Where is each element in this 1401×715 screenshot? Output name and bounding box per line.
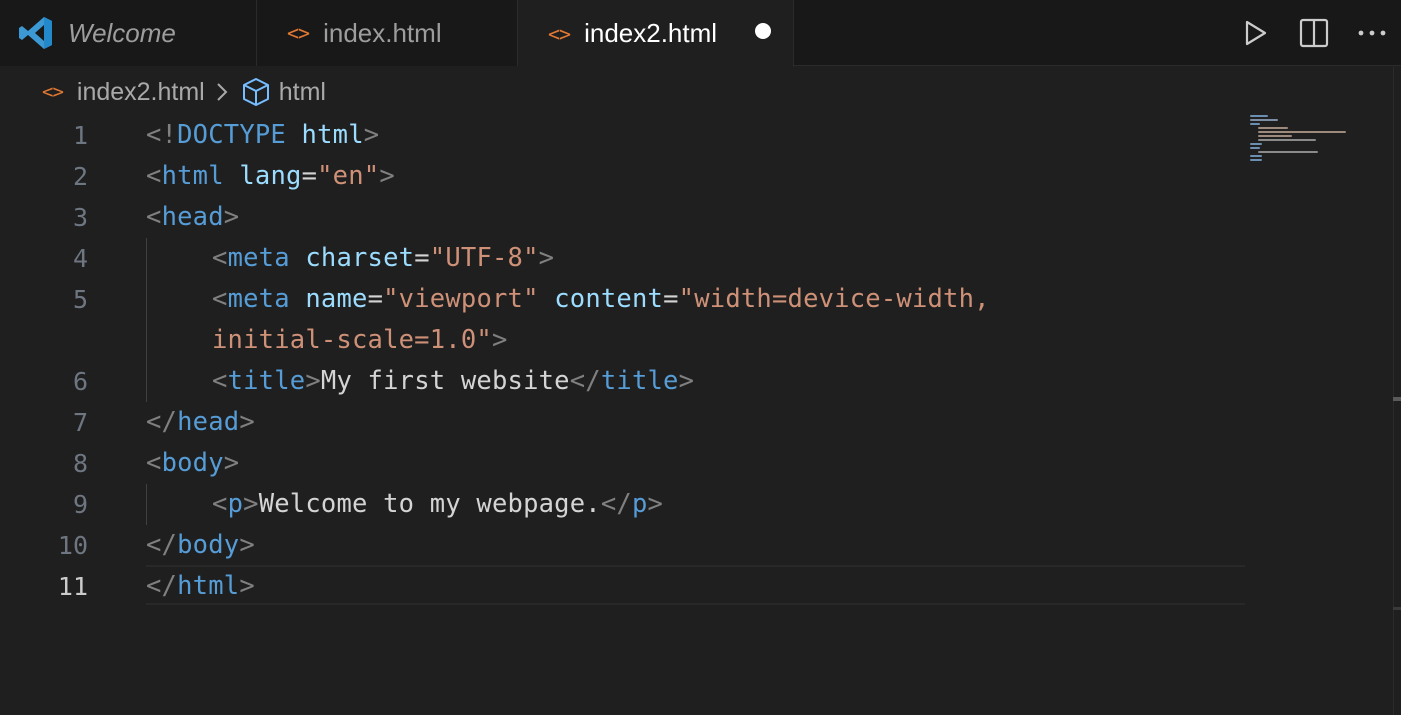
scrollbar-marker — [1393, 607, 1401, 610]
code-text: <html lang="en"> — [146, 161, 395, 191]
code-line: 9 <p>Welcome to my webpage.</p> — [0, 484, 1245, 525]
code-text: <head> — [146, 202, 240, 232]
line-number: 7 — [72, 408, 88, 437]
code-line: 6 <title>My first website</title> — [0, 361, 1245, 402]
code-text: <meta charset="UTF-8"> — [212, 243, 555, 273]
html-file-icon: <> — [42, 81, 64, 103]
tab-label: index2.html — [584, 18, 718, 48]
code-text: <!DOCTYPE html> — [146, 120, 380, 150]
code-line-current: 11 </html> — [0, 566, 1245, 607]
line-number: 9 — [72, 490, 88, 519]
code-text: </head> — [146, 407, 255, 437]
code-text: <p>Welcome to my webpage.</p> — [212, 489, 664, 519]
code-line: 4 <meta charset="UTF-8"> — [0, 238, 1245, 279]
scrollbar-cursor-marker — [1393, 397, 1401, 401]
unsaved-changes-dot-icon[interactable] — [755, 23, 771, 39]
code-text: <body> — [146, 448, 240, 478]
tab-index-html[interactable]: <> index.html — [257, 0, 518, 66]
breadcrumb-file[interactable]: index2.html — [77, 78, 205, 107]
code-text: <meta name="viewport" content="width=dev… — [212, 284, 990, 314]
line-number: 1 — [72, 121, 88, 150]
code-text: </body> — [146, 530, 255, 560]
line-number: 2 — [72, 162, 88, 191]
editor-tab-bar: Welcome <> index.html <> index2.html — [0, 0, 1401, 67]
code-line: 8 <body> — [0, 443, 1245, 484]
minimap[interactable] — [1250, 115, 1390, 175]
line-number: 8 — [72, 449, 88, 478]
code-line-wrapped: initial-scale=1.0"> — [0, 320, 1245, 361]
vscode-logo-icon — [18, 15, 54, 51]
tab-welcome[interactable]: Welcome — [0, 0, 257, 66]
code-line: 5 <meta name="viewport" content="width=d… — [0, 279, 1245, 320]
split-editor-icon — [1299, 18, 1329, 48]
code-line: 3 <head> — [0, 197, 1245, 238]
code-text: initial-scale=1.0"> — [212, 325, 508, 355]
breadcrumb: <> index2.html html — [0, 67, 1401, 117]
tab-label: index.html — [323, 17, 442, 48]
symbol-cube-icon — [241, 77, 271, 107]
code-line: 2 <html lang="en"> — [0, 156, 1245, 197]
html-file-icon: <> — [287, 21, 310, 45]
tab-index2-html[interactable]: <> index2.html — [518, 0, 794, 67]
tab-label: Welcome — [68, 17, 176, 48]
breadcrumb-symbol[interactable]: html — [279, 78, 326, 107]
chevron-right-icon — [215, 81, 229, 103]
line-number: 4 — [72, 244, 88, 273]
editor-actions — [1227, 0, 1401, 66]
code-editor[interactable]: 1 <!DOCTYPE html> 2 <html lang="en"> 3 <… — [0, 115, 1390, 715]
vertical-scrollbar[interactable] — [1393, 67, 1401, 715]
code-line: 10 </body> — [0, 525, 1245, 566]
line-number: 10 — [57, 531, 88, 560]
code-text: <title>My first website</title> — [212, 366, 695, 396]
line-number: 11 — [57, 572, 88, 601]
html-file-icon: <> — [548, 21, 571, 46]
code-line: 7 </head> — [0, 402, 1245, 443]
run-icon — [1243, 19, 1269, 47]
line-number: 5 — [72, 285, 88, 314]
code-text: </html> — [146, 571, 255, 601]
more-actions-button[interactable] — [1343, 0, 1401, 66]
code-line: 1 <!DOCTYPE html> — [0, 115, 1245, 156]
line-number: 3 — [72, 203, 88, 232]
run-button[interactable] — [1227, 0, 1285, 66]
line-number: 6 — [72, 367, 88, 396]
split-editor-button[interactable] — [1285, 0, 1343, 66]
more-actions-icon — [1357, 29, 1387, 37]
